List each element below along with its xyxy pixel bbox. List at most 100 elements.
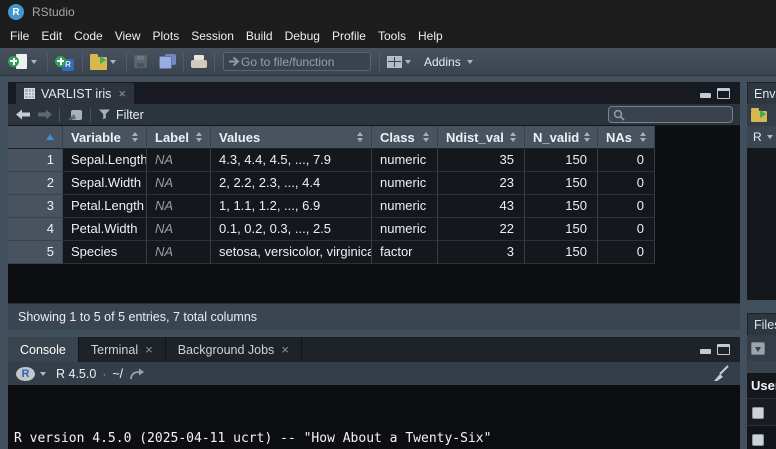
tab-files[interactable]: Files — [748, 314, 776, 335]
menu-edit[interactable]: Edit — [36, 25, 67, 47]
menu-view[interactable]: View — [110, 25, 146, 47]
menu-help[interactable]: Help — [413, 25, 448, 47]
filter-funnel-icon — [98, 109, 111, 120]
environment-toolbar — [747, 104, 776, 126]
addins-label: Addins — [424, 55, 461, 69]
save-all-icon — [159, 54, 176, 69]
r-logo-icon[interactable]: R — [16, 367, 35, 381]
working-directory-label[interactable]: ~/ — [112, 367, 123, 381]
menu-file[interactable]: File — [5, 25, 34, 47]
cell-n-valid: 150 — [525, 195, 598, 218]
row-number: 4 — [8, 218, 63, 241]
cell-n-valid: 150 — [525, 149, 598, 172]
sort-icon — [584, 132, 590, 142]
packages-header-strip — [747, 361, 776, 373]
save-button[interactable] — [132, 50, 149, 74]
cell-label: NA — [147, 241, 211, 264]
environment-language-selector[interactable]: R — [747, 126, 776, 148]
cell-ndist-val: 43 — [438, 195, 525, 218]
menu-code[interactable]: Code — [69, 25, 108, 47]
package-row — [747, 425, 776, 449]
new-project-button[interactable] — [53, 50, 77, 74]
back-arrow-icon[interactable] — [16, 109, 31, 120]
sort-ascending-icon — [46, 134, 54, 140]
goto-file-function-box[interactable] — [223, 52, 371, 71]
tab-environment[interactable]: Environment — [748, 83, 776, 104]
row-number: 3 — [8, 195, 63, 218]
search-icon — [613, 109, 625, 121]
column-header-variable[interactable]: Variable — [63, 126, 147, 149]
print-button[interactable] — [189, 50, 209, 74]
new-file-button[interactable] — [6, 50, 42, 74]
goto-directory-arrow-icon[interactable] — [129, 368, 145, 380]
table-row: 3 Petal.Length NA 1, 1.1, 1.2, ..., 6.9 … — [8, 195, 655, 218]
addins-button[interactable]: Addins — [416, 50, 478, 74]
column-header-ndist-val[interactable]: Ndist_val — [438, 126, 525, 149]
minimize-pane-icon[interactable] — [700, 349, 711, 354]
window-title: RStudio — [32, 5, 75, 19]
menu-debug[interactable]: Debug — [280, 25, 325, 47]
sort-icon — [640, 132, 646, 142]
open-folder-icon — [90, 57, 107, 70]
cell-values: setosa, versicolor, virginica — [211, 241, 372, 264]
package-checkbox[interactable] — [752, 434, 764, 446]
separator-dot: · — [102, 367, 106, 381]
menu-session[interactable]: Session — [186, 25, 239, 47]
sort-icon — [132, 132, 138, 142]
goto-arrow-icon — [228, 56, 241, 67]
package-checkbox[interactable] — [752, 407, 764, 419]
menu-tools[interactable]: Tools — [373, 25, 411, 47]
menu-profile[interactable]: Profile — [327, 25, 371, 47]
tab-background-jobs[interactable]: Background Jobs × — [166, 337, 302, 362]
cell-nas: 0 — [598, 218, 655, 241]
close-icon[interactable]: × — [281, 343, 289, 356]
save-all-button[interactable] — [157, 50, 178, 74]
console-line: R version 4.5.0 (2025-04-11 ucrt) -- "Ho… — [14, 431, 740, 447]
filter-button[interactable]: Filter — [98, 108, 144, 122]
cell-n-valid: 150 — [525, 218, 598, 241]
cell-ndist-val: 35 — [438, 149, 525, 172]
close-icon[interactable]: × — [145, 343, 153, 356]
cell-nas: 0 — [598, 172, 655, 195]
cell-label: NA — [147, 172, 211, 195]
menu-build[interactable]: Build — [241, 25, 278, 47]
source-tabstrip: VARLIST iris × — [8, 82, 740, 104]
open-in-new-window-icon[interactable] — [67, 108, 83, 121]
table-search-input[interactable] — [625, 108, 728, 122]
column-header-label[interactable]: Label — [147, 126, 211, 149]
column-header-n-valid[interactable]: N_valid — [525, 126, 598, 149]
pane-layout-button[interactable] — [385, 50, 416, 74]
files-toolbar — [747, 335, 776, 361]
chevron-down-icon — [31, 60, 37, 64]
column-header-values[interactable]: Values — [211, 126, 372, 149]
maximize-pane-icon[interactable] — [717, 88, 730, 99]
cell-class: numeric — [372, 172, 438, 195]
minimize-pane-icon[interactable] — [700, 93, 711, 98]
menu-plots[interactable]: Plots — [148, 25, 185, 47]
load-workspace-folder-icon[interactable] — [751, 111, 767, 122]
table-search-box[interactable] — [608, 106, 733, 123]
cell-n-valid: 150 — [525, 241, 598, 264]
tab-varlist-iris[interactable]: VARLIST iris × — [16, 83, 134, 104]
column-header-rownum[interactable] — [8, 126, 63, 149]
toolbar-separator — [126, 53, 127, 71]
sort-icon — [423, 132, 429, 142]
console-output[interactable]: R version 4.5.0 (2025-04-11 ucrt) -- "Ho… — [8, 385, 740, 449]
forward-arrow-icon[interactable] — [37, 109, 52, 120]
cell-class: numeric — [372, 195, 438, 218]
titlebar: R RStudio — [0, 0, 776, 24]
open-file-button[interactable] — [88, 50, 121, 74]
column-header-class[interactable]: Class — [372, 126, 438, 149]
tab-console[interactable]: Console — [8, 337, 79, 362]
clear-console-broom-icon[interactable] — [712, 365, 730, 382]
cell-values: 2, 2.2, 2.3, ..., 4.4 — [211, 172, 372, 195]
chevron-down-icon[interactable] — [40, 372, 46, 376]
close-icon[interactable]: × — [118, 87, 126, 100]
chevron-down-icon — [110, 60, 116, 64]
maximize-pane-icon[interactable] — [717, 344, 730, 355]
table-row: 4 Petal.Width NA 0.1, 0.2, 0.3, ..., 2.5… — [8, 218, 655, 241]
install-package-icon[interactable] — [751, 342, 765, 355]
goto-file-function-input[interactable] — [241, 55, 366, 69]
tab-terminal[interactable]: Terminal × — [79, 337, 166, 362]
column-header-nas[interactable]: NAs — [598, 126, 655, 149]
